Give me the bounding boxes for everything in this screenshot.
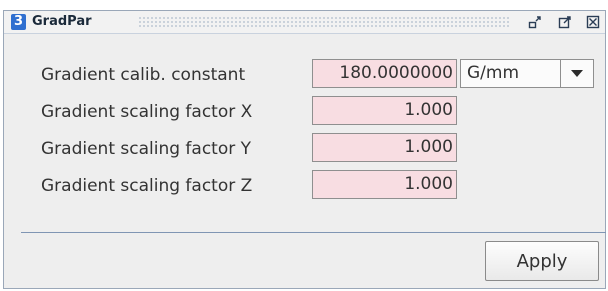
close-icon[interactable]	[584, 13, 602, 31]
gradpar-window: 3 GradPar Gradient calib. constant 180.0…	[3, 10, 606, 289]
gradient-calib-label: Gradient calib. constant	[41, 65, 246, 85]
maximize-icon[interactable]	[556, 13, 574, 31]
gradient-scale-x-label: Gradient scaling factor X	[41, 102, 253, 122]
restore-icon[interactable]	[526, 13, 544, 31]
window-title: GradPar	[32, 14, 92, 29]
unit-select-value: G/mm	[467, 63, 520, 83]
gradient-scale-z-label: Gradient scaling factor Z	[41, 176, 253, 196]
apply-button[interactable]: Apply	[485, 241, 599, 281]
separator-line	[21, 232, 606, 233]
gradient-scale-y-label: Gradient scaling factor Y	[41, 139, 252, 159]
gradient-calib-field[interactable]: 180.0000000	[312, 59, 457, 88]
unit-select[interactable]: G/mm	[460, 59, 594, 88]
title-bar[interactable]: 3 GradPar	[4, 11, 605, 34]
title-drag-pattern	[138, 16, 510, 29]
window-number-badge: 3	[11, 14, 26, 30]
gradient-scale-x-field[interactable]: 1.000	[312, 96, 457, 125]
gradient-scale-y-field[interactable]: 1.000	[312, 133, 457, 162]
gradient-scale-z-field[interactable]: 1.000	[312, 170, 457, 199]
chevron-down-icon[interactable]	[561, 60, 593, 87]
